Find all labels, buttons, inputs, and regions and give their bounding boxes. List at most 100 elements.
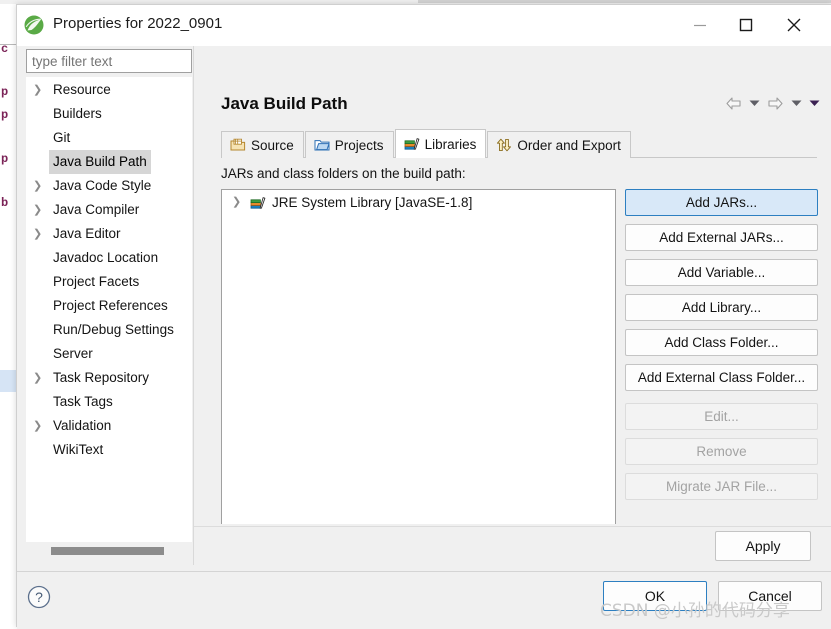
sidebar-item-label: Java Editor [53,226,121,241]
sidebar-item-label: Project References [53,298,168,313]
migrate-jar-file-button: Migrate JAR File... [625,473,818,500]
close-icon[interactable] [771,5,817,45]
apply-row: Apply [194,524,831,571]
chevron-right-icon[interactable]: ❯ [232,190,244,215]
sidebar-item-task-tags[interactable]: Task Tags [27,390,191,414]
background-keyword: b [1,196,8,210]
add-class-folder-button[interactable]: Add Class Folder... [625,329,818,356]
tab-libraries[interactable]: Libraries [394,129,487,158]
add-external-jars-button[interactable]: Add External JARs... [625,224,818,251]
sidebar-item-java-editor[interactable]: ❯ Java Editor [27,222,191,246]
sidebar-item-git[interactable]: Git [27,126,191,150]
sidebar-item-label: Validation [53,418,112,433]
forward-history-caret-down-icon[interactable] [788,92,804,114]
sidebar-item-validation[interactable]: ❯ Validation [27,414,191,438]
cancel-button[interactable]: Cancel [718,581,822,611]
project-folder-icon [314,140,330,151]
dialog-titlebar: Properties for 2022_0901 [17,5,831,46]
sidebar-item-builders[interactable]: Builders [27,102,191,126]
dialog-title: Properties for 2022_0901 [53,15,223,32]
settings-page: Java Build Path Source Projects Librarie… [194,46,831,565]
background-selected-line [0,370,16,392]
page-title: Java Build Path [221,94,348,113]
sidebar-item-project-facets[interactable]: Project Facets [27,270,191,294]
build-path-entries-list[interactable]: ❯ JRE System Library [JavaSE-1.8] [221,189,616,546]
sidebar-item-label: Git [53,130,71,145]
filter-input[interactable] [26,49,192,73]
ok-button[interactable]: OK [603,581,707,611]
dialog-footer: ? OK Cancel [17,571,831,629]
sidebar-item-run-debug-settings[interactable]: Run/Debug Settings [27,318,191,342]
sidebar-item-label: Javadoc Location [53,250,159,265]
settings-sidebar: ❯ResourceBuildersGitJava Build Path❯Java… [17,46,193,565]
sidebar-item-server[interactable]: Server [27,342,191,366]
background-keyword: p [1,85,8,99]
add-external-class-folder-button[interactable]: Add External Class Folder... [625,364,818,391]
page-navigation-toolbar [722,92,822,114]
chevron-right-icon[interactable]: ❯ [33,198,45,222]
arrow-right-icon[interactable] [764,92,786,114]
tab-order-and-export[interactable]: Order and Export [487,131,631,158]
sidebar-item-label: WikiText [53,442,104,457]
apply-separator [194,526,831,527]
list-label: JARs and class folders on the build path… [221,166,466,181]
remove-button: Remove [625,438,818,465]
chevron-right-icon[interactable]: ❯ [33,174,45,198]
page-menu-caret-down-icon[interactable] [806,92,822,114]
sidebar-item-wikitext[interactable]: WikiText [27,438,191,462]
build-path-tabs: Source Projects Libraries Order and Export [221,129,817,158]
help-question-icon[interactable]: ? [25,583,53,611]
eclipse-logo-icon [23,14,45,36]
sidebar-item-label: Task Repository [53,370,150,385]
maximize-icon[interactable] [723,5,769,45]
build-path-actions: Add JARs... Add External JARs... Add Varia… [625,189,818,508]
sidebar-item-task-repository[interactable]: ❯ Task Repository [27,366,191,390]
apply-button[interactable]: Apply [715,531,811,561]
background-keyword: c [1,42,8,56]
sidebar-item-label: Resource [53,82,111,97]
sidebar-item-label: Run/Debug Settings [53,322,174,337]
chevron-right-icon[interactable]: ❯ [33,78,45,102]
sidebar-item-label: Project Facets [53,274,140,289]
tab-projects[interactable]: Projects [304,131,394,158]
arrow-left-icon[interactable] [722,92,744,114]
sidebar-item-label: Task Tags [53,394,113,409]
sidebar-scrollbar-thumb[interactable] [51,547,164,555]
chevron-right-icon[interactable]: ❯ [33,414,45,438]
add-library-button[interactable]: Add Library... [625,294,818,321]
sidebar-item-project-references[interactable]: Project References [27,294,191,318]
tab-label: Libraries [424,136,477,152]
sidebar-item-java-code-style[interactable]: ❯ Java Code Style [27,174,191,198]
chevron-right-icon[interactable]: ❯ [33,222,45,246]
dialog-body: ❯ResourceBuildersGitJava Build Path❯Java… [17,46,831,565]
sidebar-item-javadoc-location[interactable]: Javadoc Location [27,246,191,270]
source-folder-icon [230,138,246,151]
back-history-caret-down-icon[interactable] [746,92,762,114]
minimize-icon[interactable] [677,5,723,45]
sidebar-item-label: Java Code Style [53,178,152,193]
tab-label: Order and Export [517,137,621,153]
sidebar-item-java-compiler[interactable]: ❯ Java Compiler [27,198,191,222]
chevron-right-icon[interactable]: ❯ [33,366,45,390]
sidebar-item-resource[interactable]: ❯ Resource [27,78,191,102]
background-top-strip-shadow [418,0,831,3]
background-keyword: p [1,152,8,166]
svg-text:?: ? [35,589,43,605]
tab-label: Projects [334,137,384,153]
sidebar-item-label: Java Build Path [49,150,151,174]
library-books-icon [404,138,419,150]
sidebar-item-java-build-path[interactable]: Java Build Path [27,150,191,174]
background-keyword: p [1,108,8,122]
properties-dialog: Properties for 2022_0901 ❯ Resource Builde… [16,4,831,629]
settings-tree[interactable]: ❯ Resource Builders Git Java Build Path ❯ Java… [26,77,192,559]
classpath-entry-row[interactable]: ❯ JRE System Library [JavaSE-1.8] [222,190,615,215]
tab-source[interactable]: Source [221,131,304,158]
classpath-entry-label: JRE System Library [JavaSE-1.8] [272,195,473,210]
sidebar-item-label: Server [53,346,93,361]
order-export-icon [497,138,512,152]
add-jars-button[interactable]: Add JARs... [625,189,818,216]
library-books-icon [250,196,266,209]
sidebar-item-label: Java Compiler [53,202,140,217]
sidebar-horizontal-scrollbar[interactable] [26,542,192,559]
add-variable-button[interactable]: Add Variable... [625,259,818,286]
